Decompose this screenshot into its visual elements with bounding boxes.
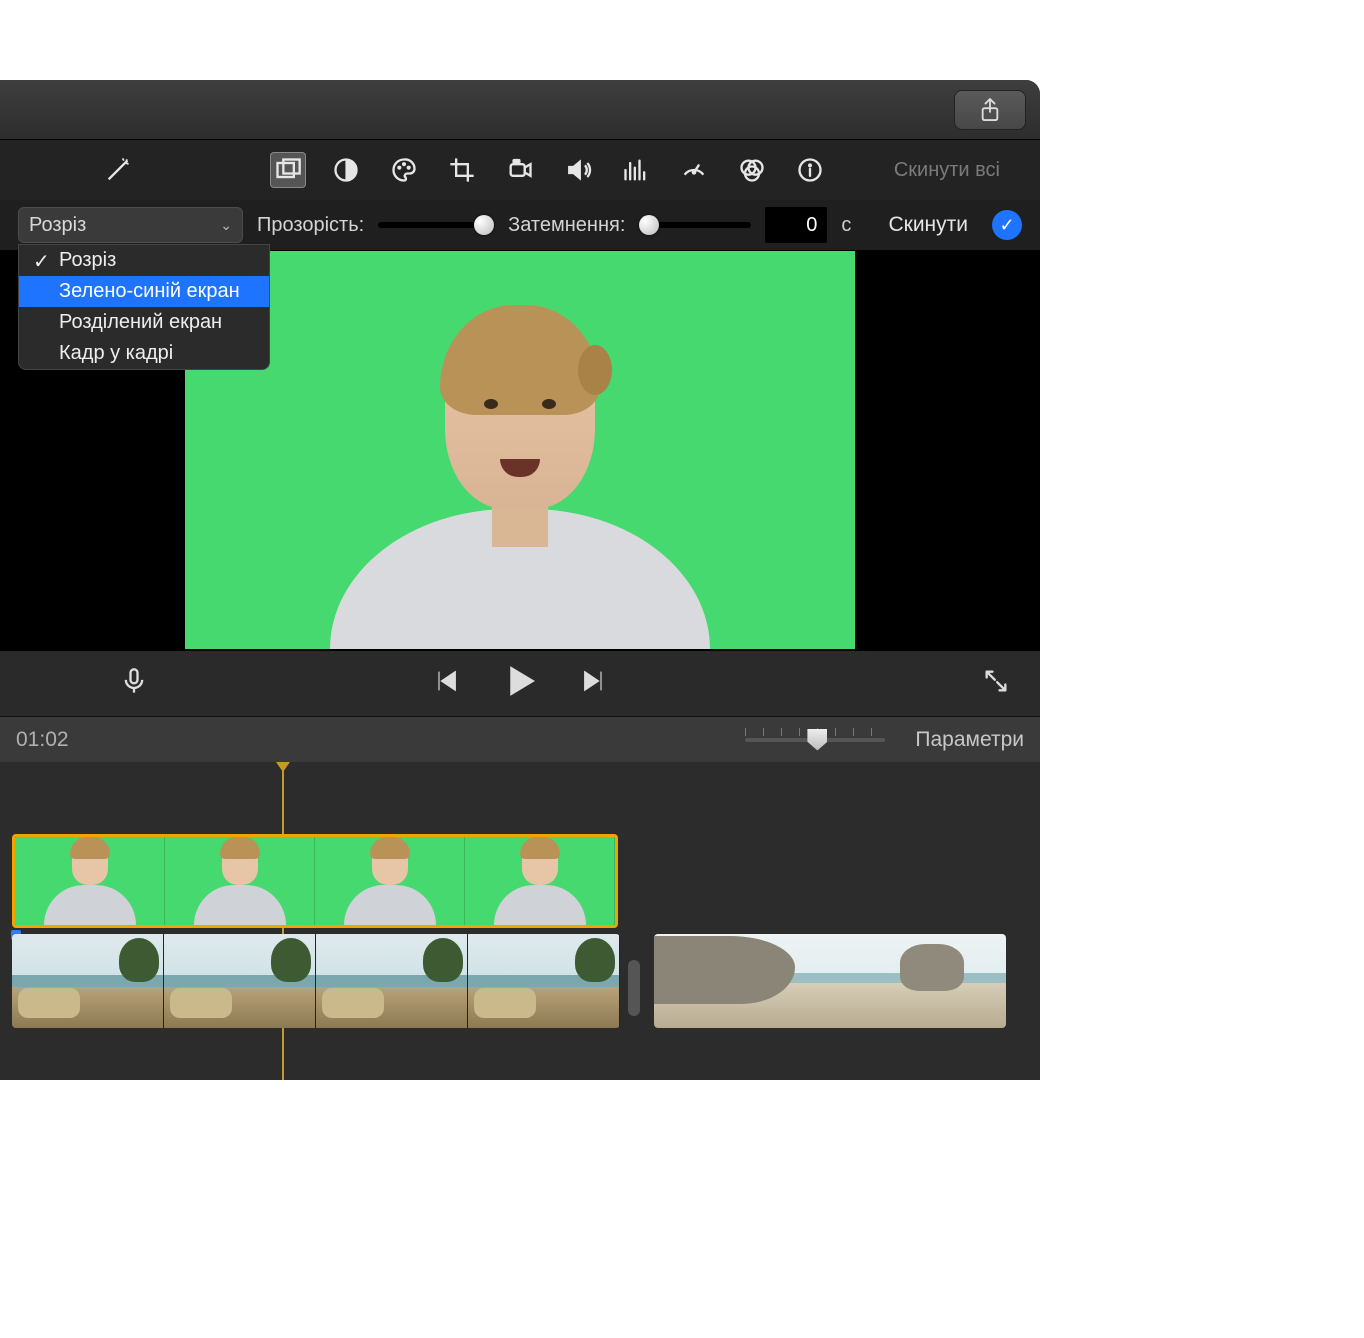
fullscreen-button[interactable] [982,667,1010,700]
equalizer-icon[interactable] [618,152,654,188]
timeline[interactable] [0,762,1040,1080]
playback-bar [0,650,1040,716]
skip-forward-icon [580,667,608,695]
crop-icon[interactable] [444,152,480,188]
overlay-menu-item-cutaway[interactable]: Розріз [19,245,269,276]
main-clip-1[interactable] [12,934,620,1028]
timeline-scrollbar[interactable] [628,960,640,1016]
timeline-zoom-slider[interactable] [745,738,885,742]
overlay-menu-item-pip[interactable]: Кадр у кадрі [19,338,269,369]
timeline-header: 01:02 Параметри [0,716,1040,762]
expand-icon [982,667,1010,695]
share-button[interactable] [954,90,1026,130]
opacity-slider-thumb[interactable] [474,215,494,235]
imovie-window: Скинути всі Розріз ⌄ Розріз Зелено-синій… [0,80,1040,1080]
dim-label: Затемнення: [508,214,625,237]
overlay-icon[interactable] [270,152,306,188]
play-icon [502,663,538,699]
skip-forward-button[interactable] [580,667,608,700]
share-icon [979,96,1001,124]
volume-icon[interactable] [560,152,596,188]
preview-frame [185,251,855,649]
duration-field[interactable]: 0 [765,207,827,243]
titlebar [0,80,1040,140]
opacity-slider[interactable] [378,222,494,228]
dim-slider-thumb[interactable] [639,215,659,235]
reset-all-button[interactable]: Скинути всі [894,159,1000,182]
timecode-label: 01:02 [16,728,69,752]
opacity-label: Прозорість: [257,214,364,237]
overlay-params-row: Розріз ⌄ Розріз Зелено-синій екран Розді… [0,200,1040,250]
overlay-mode-value: Розріз [29,214,86,237]
main-clip-2[interactable] [654,934,1006,1028]
speed-icon[interactable] [676,152,712,188]
reset-button[interactable]: Скинути [888,213,968,237]
overlay-mode-select[interactable]: Розріз ⌄ Розріз Зелено-синій екран Розді… [18,207,243,243]
play-button[interactable] [502,663,538,704]
microphone-icon [120,667,148,695]
overlay-mode-menu: Розріз Зелено-синій екран Розділений екр… [18,244,270,370]
camera-icon[interactable] [502,152,538,188]
dim-slider[interactable] [639,222,751,228]
apply-button[interactable]: ✓ [992,210,1022,240]
microphone-button[interactable] [120,667,148,700]
overlay-menu-item-split[interactable]: Розділений екран [19,307,269,338]
wand-icon[interactable] [100,152,136,188]
skip-back-icon [432,667,460,695]
chevron-down-icon: ⌄ [220,217,232,234]
preview-subject [310,299,730,649]
duration-unit: с [841,214,851,237]
info-icon[interactable] [792,152,828,188]
timeline-zoom-thumb[interactable] [807,729,827,751]
adjust-toolbar: Скинути всі [0,140,1040,200]
skip-back-button[interactable] [432,667,460,700]
overlay-menu-item-greenblue[interactable]: Зелено-синій екран [19,276,269,307]
contrast-icon[interactable] [328,152,364,188]
palette-icon[interactable] [386,152,422,188]
color-filter-icon[interactable] [734,152,770,188]
overlay-clip[interactable] [12,834,618,928]
timeline-params-button[interactable]: Параметри [915,728,1024,752]
